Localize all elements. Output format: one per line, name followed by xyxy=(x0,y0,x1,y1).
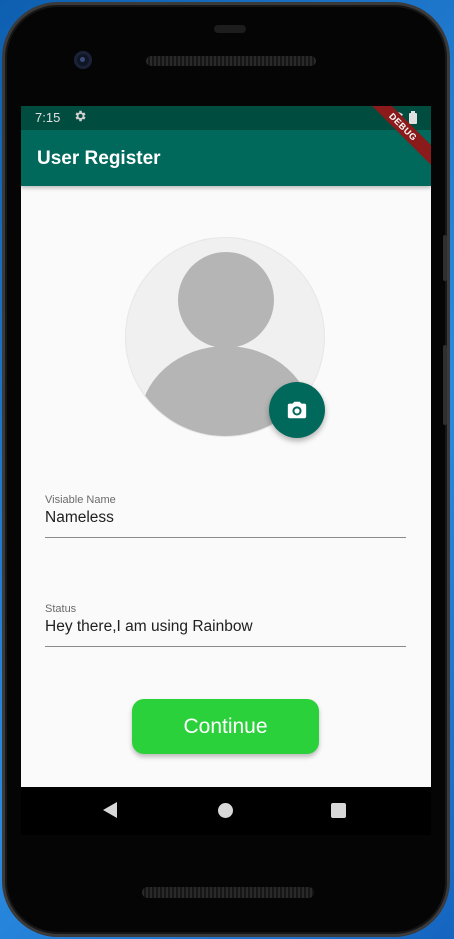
power-button[interactable] xyxy=(443,235,447,281)
change-photo-button[interactable] xyxy=(269,382,325,438)
back-icon[interactable] xyxy=(103,802,117,818)
visible-name-label: Visiable Name xyxy=(45,494,116,506)
battery-icon xyxy=(409,111,417,124)
status-bar: 7:15 xyxy=(21,106,431,130)
volume-button[interactable] xyxy=(443,345,447,425)
navigation-bar xyxy=(21,787,431,835)
person-placeholder-icon xyxy=(178,252,274,348)
settings-icon xyxy=(75,110,86,122)
earpiece xyxy=(214,25,246,33)
status-time: 7:15 xyxy=(35,110,61,125)
page-title: User Register xyxy=(37,148,161,169)
status-label: Status xyxy=(45,603,77,615)
app-screen: 7:15 User Register DEBUG Visiable Name N… xyxy=(21,106,431,787)
visible-name-input[interactable] xyxy=(45,509,406,538)
bottom-speaker xyxy=(142,887,314,898)
status-input[interactable] xyxy=(45,618,406,647)
recents-icon[interactable] xyxy=(331,803,346,818)
camera-icon xyxy=(287,401,307,419)
visible-name-field[interactable]: Visiable Name xyxy=(45,494,406,538)
app-bar: User Register xyxy=(21,130,431,186)
home-icon[interactable] xyxy=(218,803,233,818)
status-field[interactable]: Status xyxy=(45,603,406,647)
top-speaker xyxy=(146,56,316,66)
front-camera xyxy=(74,51,92,69)
continue-button[interactable]: Continue xyxy=(132,699,319,754)
